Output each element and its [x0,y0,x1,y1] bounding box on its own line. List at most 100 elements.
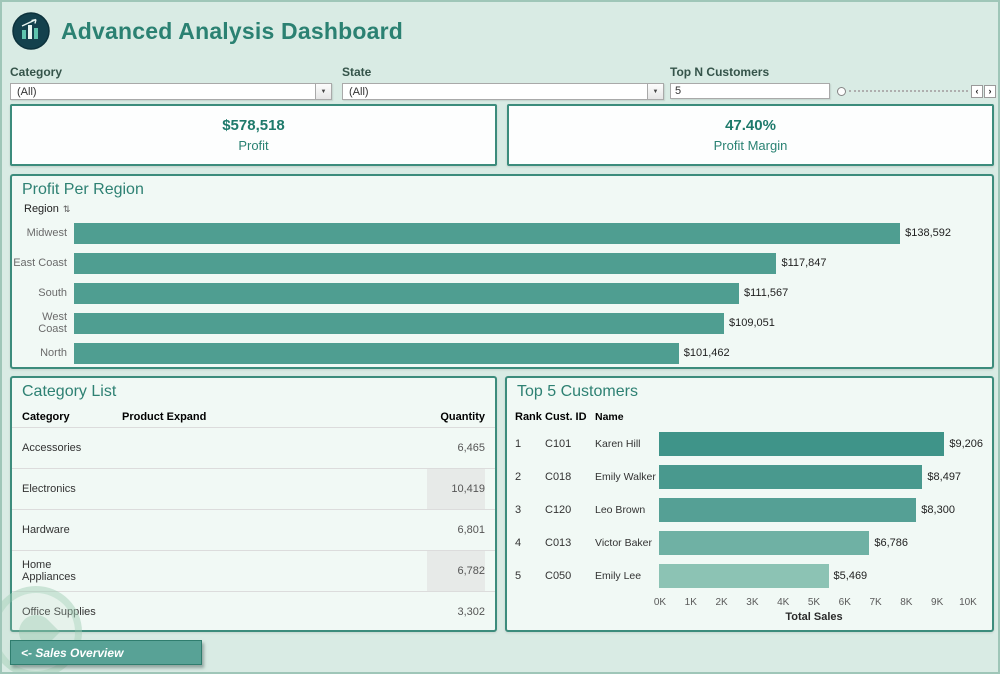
region-bar[interactable] [74,342,679,364]
customer-name-cell: Leo Brown [595,503,646,516]
region-bar-row: West Coast $109,051 [12,308,992,338]
dashboard: Advanced Analysis Dashboard Category (Al… [0,0,1000,674]
rank-cell: 3 [515,503,522,516]
panel-title: Profit Per Region [22,181,144,198]
state-filter-value: (All) [349,85,369,98]
sales-bar[interactable] [659,431,945,456]
axis-tick-label: 8K [900,597,913,608]
sort-icon[interactable]: ⇅ [63,204,71,215]
region-bar-row: South $111,567 [12,278,992,308]
bar-value-label: $5,469 [833,569,868,582]
bar-track: $9,206 [659,431,983,456]
customer-row[interactable]: 3 C120 Leo Brown $8,300 [507,493,992,526]
axis-tick-label: 9K [931,597,944,608]
sales-overview-back-button[interactable]: <- Sales Overview [10,640,202,665]
product-expand-column-header: Product Expand [122,411,207,423]
top-n-input[interactable] [670,83,830,99]
chevron-down-icon[interactable]: ▼ [315,84,331,99]
region-bar-row: North $101,462 [12,338,992,367]
region-bar[interactable] [74,282,740,304]
bar-value-label: $111,567 [744,287,789,299]
region-column-header[interactable]: Region ⇅ [12,201,992,218]
bar-value-label: $101,462 [683,347,730,359]
category-cell: Home Appliances [22,559,76,583]
chevron-down-icon[interactable]: ▼ [647,84,663,99]
axis-tick-label: 4K [777,597,790,608]
bar-value-label: $8,497 [927,470,962,483]
sales-bar[interactable] [659,497,917,522]
axis-tick-label: 0K [653,597,667,608]
state-filter-label: State [342,65,372,79]
sales-bar[interactable] [659,563,829,588]
profit-per-region-panel: Profit Per Region Region ⇅ Midwest $138,… [10,174,994,369]
quantity-cell: 6,465 [457,442,485,454]
region-label: North [40,347,67,359]
customer-id-column-header: Cust. ID [545,411,587,423]
table-row[interactable]: Hardware 6,801 [12,509,495,550]
category-cell: Electronics [22,483,76,495]
quantity-cell: 3,302 [457,606,485,618]
product-cell [122,469,427,509]
bar-track: $101,462 [74,342,992,364]
state-filter: State (All) ▼ [342,65,664,100]
axis-tick-label: 2K [715,597,728,608]
panel-title: Top 5 Customers [517,383,638,400]
customer-row[interactable]: 2 C018 Emily Walker $8,497 [507,460,992,493]
category-filter-label: Category [10,65,63,79]
rank-cell: 1 [515,437,522,450]
customer-row[interactable]: 1 C101 Karen Hill $9,206 [507,427,992,460]
customer-id-cell: C120 [545,503,572,516]
table-row[interactable]: Electronics 10,419 [12,468,495,509]
table-row[interactable]: Accessories 6,465 [12,427,495,468]
table-row[interactable]: Home Appliances 6,782 [12,550,495,591]
region-bar[interactable] [74,222,901,244]
bar-track: $8,300 [659,497,969,522]
customer-row[interactable]: 5 C050 Emily Lee $5,469 [507,559,992,592]
profit-kpi-value: $578,518 [222,117,285,134]
slider-left-arrow[interactable]: ‹ [971,84,983,98]
product-cell [122,551,427,591]
axis-tick-label: 7K [869,597,882,608]
category-cell: Accessories [22,442,82,454]
bar-value-label: $9,206 [949,437,984,450]
customer-name-cell: Victor Baker [595,536,652,549]
bar-track: $138,592 [74,222,992,244]
rank-column-header: Rank [515,411,542,423]
slider-track[interactable] [849,90,968,92]
rank-cell: 2 [515,470,522,483]
sales-bar[interactable] [659,530,870,555]
category-filter-dropdown[interactable]: (All) ▼ [10,83,332,100]
region-bar[interactable] [74,252,777,274]
customer-name-cell: Emily Lee [595,569,642,582]
bar-track: $117,847 [74,252,992,274]
category-list-panel: Category List Category Product Expand Qu… [10,376,497,632]
name-column-header: Name [595,411,624,423]
table-row[interactable]: Office Supplies 3,302 [12,591,495,630]
sales-bar[interactable] [659,464,923,489]
top-n-slider[interactable]: ‹ › [837,84,996,98]
region-label: East Coast [13,257,67,269]
slider-right-arrow[interactable]: › [984,84,996,98]
panel-title: Category List [22,383,117,400]
quantity-column-header: Quantity [440,411,485,423]
top-n-control: ‹ › [670,83,996,99]
top-n-filter-label: Top N Customers [670,65,770,79]
customer-row[interactable]: 4 C013 Victor Baker $6,786 [507,526,992,559]
axis-tick-label: 5K [807,597,821,608]
profit-kpi-label: Profit [238,138,269,153]
slider-knob[interactable] [837,86,846,96]
table-header: Category Product Expand Quantity [12,407,495,427]
bar-track: $8,497 [659,464,969,489]
region-bar[interactable] [74,312,725,334]
profit-kpi-card: $578,518 Profit [10,104,497,166]
page-title: Advanced Analysis Dashboard [61,17,403,44]
customer-id-cell: C050 [545,569,572,582]
state-filter-dropdown[interactable]: (All) ▼ [342,83,664,100]
profit-margin-kpi-card: 47.40% Profit Margin [507,104,994,166]
x-axis-title: Total Sales [785,611,843,623]
customer-name-cell: Karen Hill [595,437,641,450]
axis-tick-label: 10K [959,597,977,608]
region-header-label: Region [24,203,59,215]
profit-margin-kpi-value: 47.40% [725,117,776,134]
category-filter: Category (All) ▼ [10,65,332,100]
